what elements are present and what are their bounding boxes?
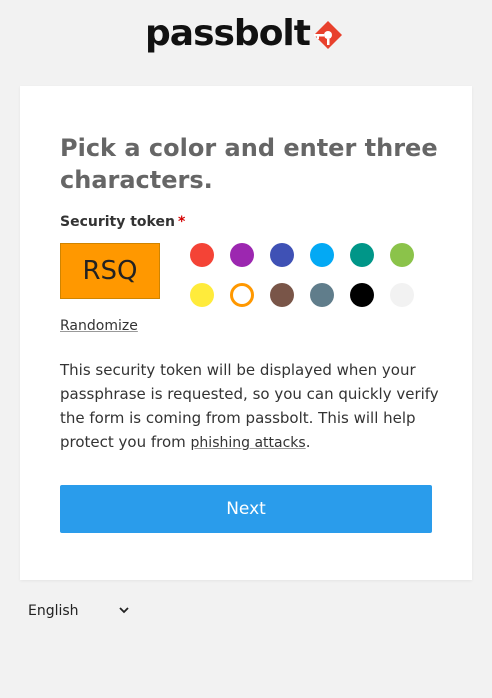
randomize-button[interactable]: Randomize [60,318,138,334]
language-value: English [28,603,79,619]
color-swatch[interactable] [190,243,214,267]
chevron-down-icon [119,607,129,614]
color-swatch[interactable] [310,283,334,307]
next-button[interactable]: Next [60,485,432,533]
color-swatch[interactable] [350,243,374,267]
phishing-attacks-link[interactable]: phishing attacks [191,435,306,451]
color-swatch[interactable] [310,243,334,267]
color-swatch[interactable] [350,283,374,307]
color-swatch[interactable] [390,243,414,267]
color-swatch[interactable] [390,283,414,307]
help-text-part2: . [305,433,311,451]
passbolt-key-icon [313,21,342,49]
required-marker: * [177,214,186,230]
security-token-card: Pick a color and enter three characters.… [20,86,472,580]
header: passbolt [0,0,492,70]
language-select[interactable]: English [28,600,132,622]
passbolt-logo: passbolt [145,14,344,54]
help-text: This security token will be displayed wh… [60,358,440,455]
security-token-label: Security token * [60,214,185,230]
logo-wordmark: passbolt [145,13,311,54]
color-swatch-selected[interactable] [230,283,254,307]
color-swatch[interactable] [270,283,294,307]
color-swatch[interactable] [230,243,254,267]
color-swatch[interactable] [270,243,294,267]
color-swatch[interactable] [190,283,214,307]
page-title: Pick a color and enter three characters. [60,134,438,194]
security-token-label-text: Security token [60,214,175,230]
security-token-input[interactable]: RSQ [60,243,160,299]
